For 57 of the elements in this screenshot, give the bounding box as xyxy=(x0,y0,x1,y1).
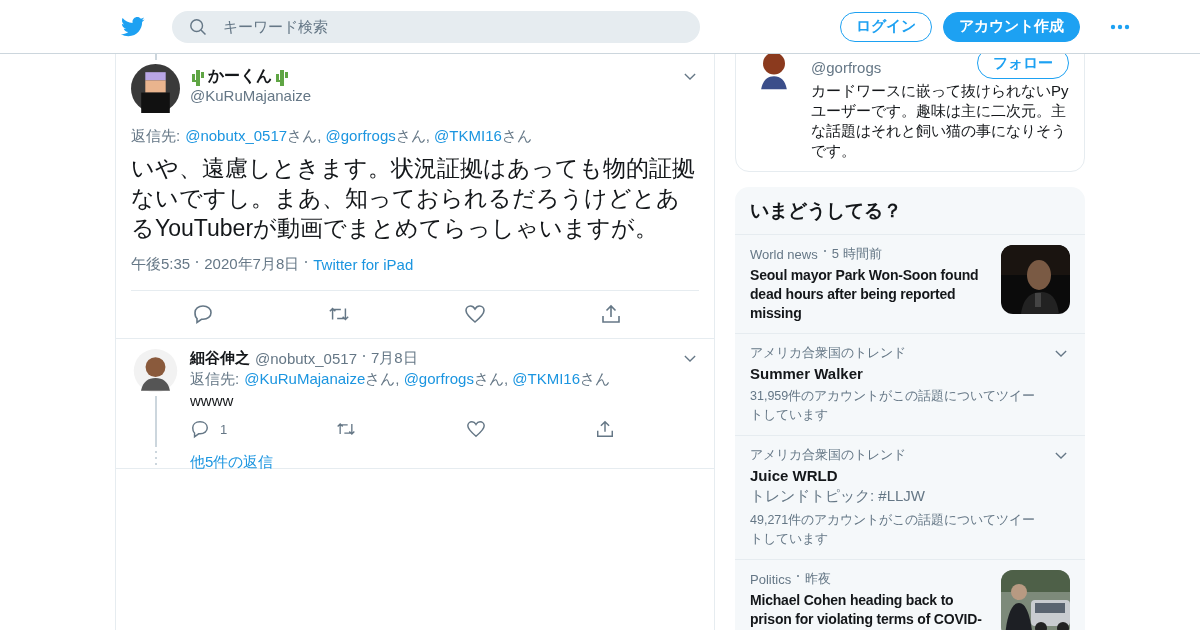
avatar-icon[interactable] xyxy=(133,349,178,393)
tweet-date: 2020年7月8日 xyxy=(204,255,300,274)
heart-icon[interactable] xyxy=(465,419,486,439)
more-icon[interactable] xyxy=(1110,23,1130,30)
mention-link[interactable]: @gorfrogs xyxy=(403,370,474,387)
news-category: Politics xyxy=(750,571,792,587)
trend-name[interactable]: Juice WRLD xyxy=(750,467,1047,484)
share-icon[interactable] xyxy=(600,303,622,325)
follow-button[interactable]: フォロー xyxy=(977,54,1069,79)
user-handle[interactable]: @KuRuMajanaize xyxy=(190,87,312,104)
news-category: World news xyxy=(750,246,818,262)
news-time: 5 時間前 xyxy=(831,245,882,263)
profile-bio: カードワースに嵌って抜けられないPyユーザーです。趣味は主に二次元。主な話題はそれと飼い猫の事になりそうです。 xyxy=(811,81,1069,161)
reply-text: wwww xyxy=(190,392,234,409)
trend-location: アメリカ合衆国のトレンド xyxy=(750,344,906,362)
trend-location: アメリカ合衆国のトレンド xyxy=(750,446,906,464)
avatar-icon[interactable] xyxy=(131,64,180,113)
heart-icon[interactable] xyxy=(464,303,486,325)
login-button[interactable]: ログイン xyxy=(840,11,932,42)
reply-to-line: 返信先: @KuRuMajanaizeさん, @gorfrogsさん, @TKMI16さん xyxy=(190,370,610,389)
more-replies-link[interactable]: 他5件の返信 xyxy=(190,453,274,472)
search-icon xyxy=(189,17,207,36)
user-handle[interactable]: @nobutx_0517 xyxy=(255,350,357,367)
tweet-date[interactable]: 7月8日 xyxy=(371,349,418,368)
tweet-count: 49,271件のアカウントがこの話題についてツイートしています xyxy=(750,512,1037,548)
mention-link[interactable]: @TKMI16 xyxy=(434,127,502,144)
news-time: 昨夜 xyxy=(805,570,832,588)
trend-name[interactable]: Summer Walker xyxy=(750,365,1047,382)
search-field[interactable]: キーワード検索 xyxy=(172,10,700,43)
reply-icon[interactable] xyxy=(190,419,210,439)
mention-link[interactable]: @gorfrogs xyxy=(325,127,396,144)
cactus-icon xyxy=(190,67,206,86)
reply-to-line: 返信先: @nobutx_0517さん, @gorfrogsさん, @TKMI16さん xyxy=(131,127,533,146)
user-name[interactable]: 細谷伸之 xyxy=(190,349,250,368)
tweet-text: いや、遠慮しときます。状況証拠はあっても物的証拠ないですし。まあ、知っておられるだろうけどとあるYouTuberが動画でまとめてらっしゃいますが。 xyxy=(131,154,696,243)
cactus-icon xyxy=(274,67,290,86)
source-link[interactable]: Twitter for iPad xyxy=(313,256,414,273)
signup-button[interactable]: アカウント作成 xyxy=(943,11,1080,42)
user-name[interactable]: かーくん xyxy=(208,66,272,87)
trend-topic: トレンドトピック: #LLJW xyxy=(750,487,927,506)
mention-link[interactable]: @TKMI16 xyxy=(512,370,580,387)
user-handle[interactable]: @gorfrogs xyxy=(811,59,882,76)
mention-link[interactable]: @nobutx_0517 xyxy=(185,127,288,144)
reply-count: 1 xyxy=(220,421,228,437)
mention-link[interactable]: @KuRuMajanaize xyxy=(244,370,366,387)
bird-logo-icon[interactable] xyxy=(121,16,145,37)
chevron-down-icon[interactable] xyxy=(684,73,696,80)
tweet-count: 31,959件のアカウントがこの話題についてツイートしています xyxy=(750,388,1037,424)
share-icon[interactable] xyxy=(595,419,615,439)
trends-title: いまどうしてる？ xyxy=(735,187,1085,235)
tweet-time: 午後5:35 xyxy=(131,255,191,274)
chevron-down-icon[interactable] xyxy=(1055,452,1067,459)
reply-icon[interactable] xyxy=(192,303,214,325)
news-headline[interactable]: Michael Cohen heading back to prison for violating terms of COVID- xyxy=(750,591,993,629)
news-headline[interactable]: Seoul mayor Park Won-Soon found dead hours after being reported missing xyxy=(750,266,993,323)
chevron-down-icon[interactable] xyxy=(1055,350,1067,357)
chevron-down-icon[interactable] xyxy=(684,355,696,362)
